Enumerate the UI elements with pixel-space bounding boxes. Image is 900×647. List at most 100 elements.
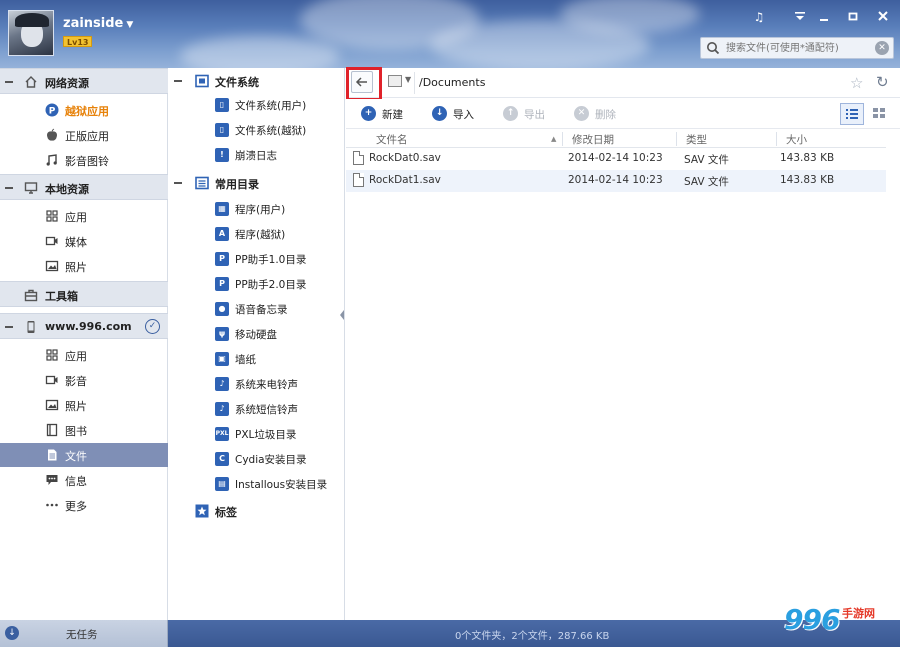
sidebar-item-device-files[interactable]: 文件 (0, 443, 168, 467)
sidebar-section-local[interactable]: 本地资源 (0, 174, 168, 200)
app-store-icon: A (215, 227, 229, 241)
tree-item-usb-disk[interactable]: ψ 移动硬盘 (169, 323, 345, 345)
column-date[interactable]: 修改日期 (572, 132, 614, 147)
tree-item-cydia[interactable]: C Cydia安装目录 (169, 448, 345, 470)
star-icon[interactable]: ☆ (850, 74, 863, 92)
column-size[interactable]: 大小 (786, 132, 807, 147)
level-badge: Lv13 (63, 36, 93, 47)
photo-icon (45, 399, 59, 411)
column-divider[interactable] (562, 132, 563, 146)
new-icon: + (361, 106, 376, 121)
collapse-icon[interactable] (5, 81, 13, 83)
download-icon: ↓ (5, 626, 19, 640)
maximize-icon[interactable] (844, 9, 862, 25)
sidebar-section-device[interactable]: www.996.com ✓ (0, 313, 168, 339)
tree-item-pp1[interactable]: P PP助手1.0目录 (169, 248, 345, 270)
task-status[interactable]: ↓ 无任务 (0, 620, 168, 647)
phone-icon (27, 321, 35, 333)
sms-tone-icon: ♪ (215, 402, 229, 416)
tree-section-filesystem[interactable]: 文件系统 (169, 69, 345, 93)
address-bar: ▼ /Documents ☆ ↻ (346, 67, 900, 101)
tree-item-installous[interactable]: ▤ Installous安装目录 (169, 473, 345, 495)
path-field[interactable]: /Documents (414, 72, 844, 94)
delete-button[interactable]: ✕ 删除 (574, 106, 624, 122)
list-view-button[interactable] (840, 103, 864, 125)
new-button[interactable]: + 新建 (361, 106, 411, 122)
file-summary: 0个文件夹，2个文件，287.66 KB (455, 631, 610, 642)
sidebar-section-toolbox[interactable]: 工具箱 (0, 281, 168, 307)
status-bar: ↓ 无任务 0个文件夹，2个文件，287.66 KB (0, 620, 900, 647)
music-note-icon (46, 154, 57, 166)
toolbox-icon (24, 289, 38, 302)
file-icon (48, 449, 57, 461)
drive-icon[interactable] (388, 75, 402, 87)
tree-item-pp2[interactable]: P PP助手2.0目录 (169, 273, 345, 295)
scrollbar[interactable] (886, 130, 900, 620)
sidebar-item-local-media[interactable]: 媒体 (0, 229, 168, 253)
delete-icon: ✕ (574, 106, 589, 121)
tree-section-common[interactable]: 常用目录 (169, 171, 345, 195)
sidebar-item-media[interactable]: 影音图铃 (0, 148, 168, 172)
sidebar-item-device-media[interactable]: 影音 (0, 368, 168, 392)
ringtone-icon: ♪ (215, 377, 229, 391)
folder-tree: 文件系统 ▯ 文件系统(用户) ▯ 文件系统(越狱) ! 崩溃日志 常用目录 ▦ 程序(… (169, 68, 345, 620)
sidebar: 网络资源 P 越狱应用 正版应用 影音图铃 本地资源 应用 媒体 照片 工具箱 … (0, 68, 168, 620)
tree-item-sms-tones[interactable]: ♪ 系统短信铃声 (169, 398, 345, 420)
splitter-handle-icon[interactable] (339, 308, 345, 322)
sidebar-item-device-messages[interactable]: 信息 (0, 468, 168, 492)
book-icon (46, 423, 58, 437)
column-name[interactable]: 文件名 (376, 132, 408, 147)
tree-item-ringtones[interactable]: ♪ 系统来电铃声 (169, 373, 345, 395)
sidebar-section-network[interactable]: 网络资源 (0, 68, 168, 94)
apps-grid-icon: ▦ (215, 202, 229, 216)
refresh-icon[interactable]: ↻ (876, 73, 889, 91)
clear-search-icon[interactable]: ✕ (875, 41, 889, 55)
sidebar-item-jailbreak-apps[interactable]: P 越狱应用 (0, 98, 168, 122)
chevron-down-icon[interactable]: ▼ (405, 75, 411, 84)
search-input[interactable] (726, 40, 874, 56)
table-row[interactable]: RockDat1.sav 2014-02-14 10:23 SAV 文件 143… (346, 170, 886, 192)
tree-section-bookmarks[interactable]: 标签 (169, 499, 345, 523)
microphone-icon: ● (215, 302, 229, 316)
tree-item-crash-logs[interactable]: ! 崩溃日志 (169, 144, 345, 166)
user-menu[interactable]: zainside ▼ (63, 16, 133, 31)
sidebar-item-local-photos[interactable]: 照片 (0, 254, 168, 278)
collapse-icon[interactable] (5, 326, 13, 328)
avatar[interactable] (8, 10, 54, 56)
import-button[interactable]: ↓ 导入 (432, 106, 482, 122)
menu-icon[interactable] (791, 9, 809, 25)
export-button[interactable]: ↑ 导出 (503, 106, 553, 122)
sidebar-item-device-photos[interactable]: 照片 (0, 393, 168, 417)
import-icon: ↓ (432, 106, 447, 121)
sidebar-item-local-apps[interactable]: 应用 (0, 204, 168, 228)
message-icon (46, 475, 58, 485)
tree-item-apps-jailbreak[interactable]: A 程序(越狱) (169, 223, 345, 245)
collapse-icon[interactable] (174, 80, 182, 82)
connected-check-icon: ✓ (145, 319, 160, 334)
column-divider[interactable] (676, 132, 677, 146)
tree-item-pxl-trash[interactable]: PXL PXL垃圾目录 (169, 423, 345, 445)
tree-item-filesystem-user[interactable]: ▯ 文件系统(用户) (169, 94, 345, 116)
sidebar-item-device-apps[interactable]: 应用 (0, 343, 168, 367)
table-row[interactable]: RockDat0.sav 2014-02-14 10:23 SAV 文件 143… (346, 148, 886, 170)
sidebar-item-device-books[interactable]: 图书 (0, 418, 168, 442)
collapse-icon[interactable] (174, 182, 182, 184)
sidebar-item-device-more[interactable]: 更多 (0, 493, 168, 517)
bookmark-star-icon (195, 504, 209, 518)
tree-item-filesystem-jailbreak[interactable]: ▯ 文件系统(越狱) (169, 119, 345, 141)
collapse-icon[interactable] (5, 187, 13, 189)
tree-item-wallpaper[interactable]: ▣ 墙纸 (169, 348, 345, 370)
tree-item-voice-memos[interactable]: ● 语音备忘录 (169, 298, 345, 320)
column-divider[interactable] (776, 132, 777, 146)
close-icon[interactable] (874, 9, 892, 25)
minimize-icon[interactable] (815, 9, 833, 25)
file-pane: ▼ /Documents ☆ ↻ + 新建 ↓ 导入 ↑ 导出 ✕ 删除 文件名 ▲ 修… (346, 67, 900, 620)
chevron-down-icon: ▼ (126, 20, 134, 30)
grid-view-button[interactable] (868, 103, 892, 125)
column-type[interactable]: 类型 (686, 132, 707, 147)
video-icon (45, 236, 58, 246)
music-icon[interactable]: ♫ (750, 9, 768, 25)
pp-icon: P (45, 103, 59, 117)
sidebar-item-official-apps[interactable]: 正版应用 (0, 123, 168, 147)
tree-item-apps-user[interactable]: ▦ 程序(用户) (169, 198, 345, 220)
